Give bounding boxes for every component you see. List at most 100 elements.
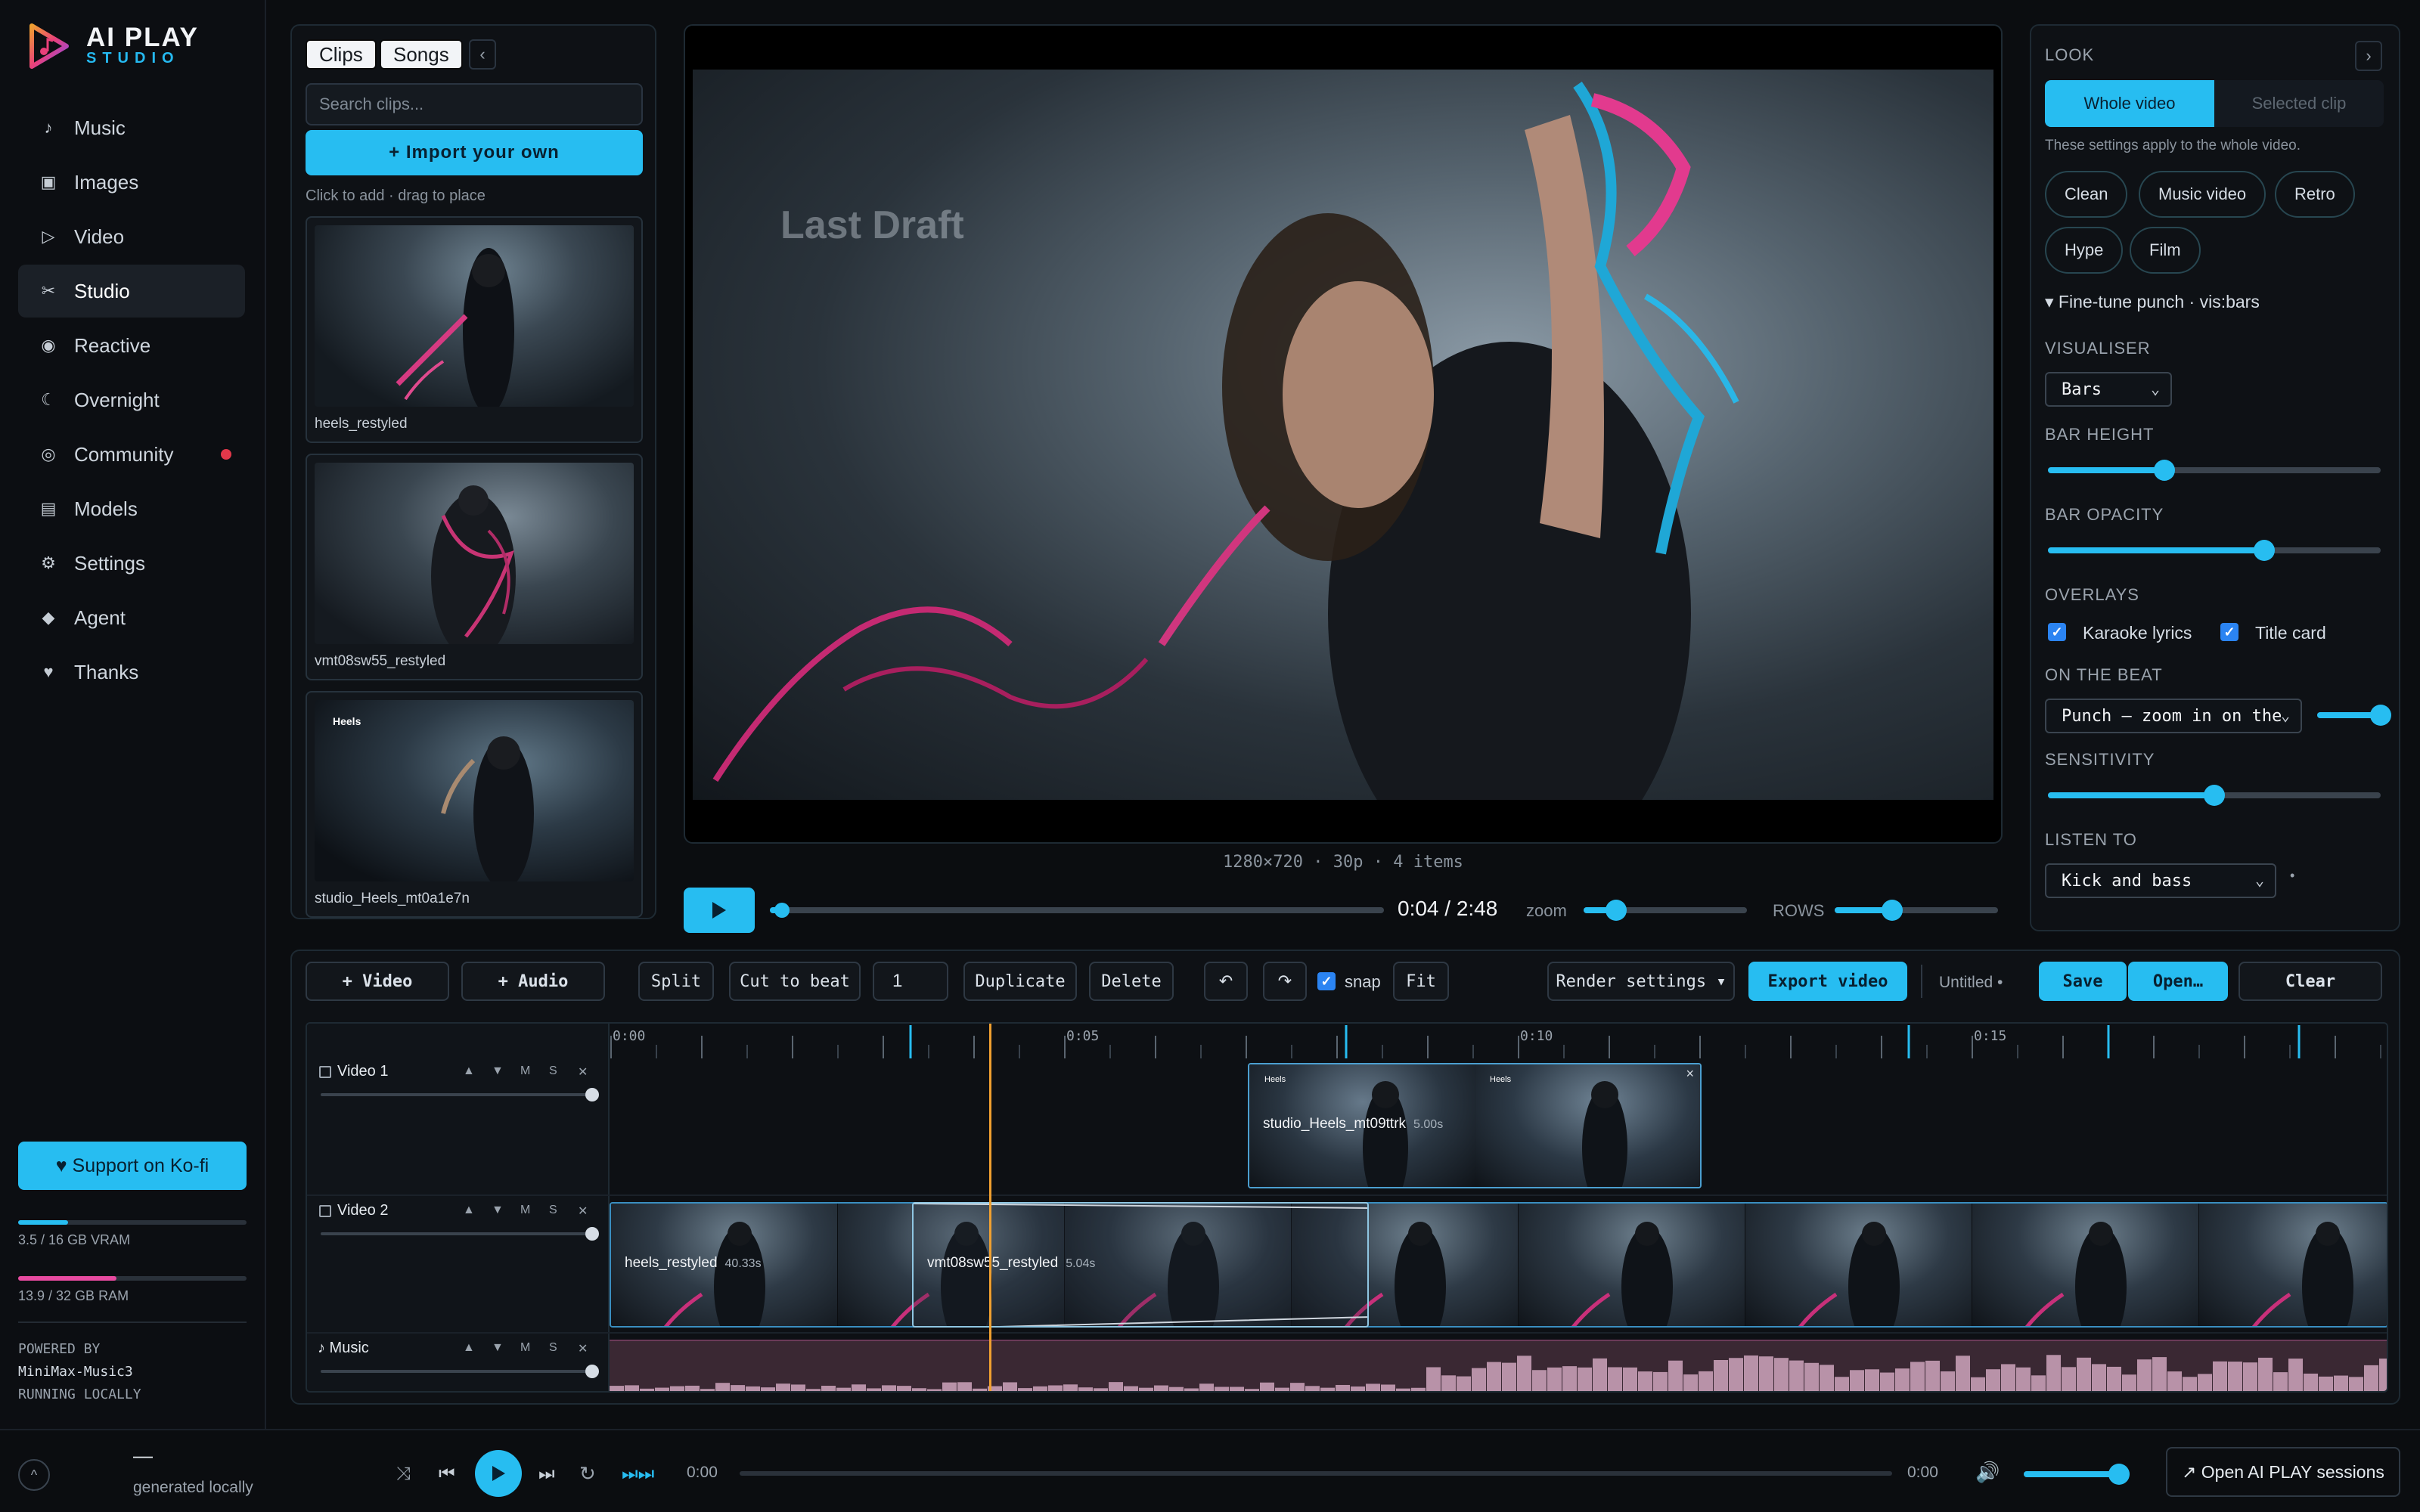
sensitivity-slider[interactable] [2048, 785, 2381, 806]
slider-knob[interactable] [585, 1227, 599, 1241]
add-video-button[interactable]: + Video [306, 962, 449, 1001]
library-clip-card[interactable]: heels_restyled [306, 216, 643, 443]
sidebar-item-images[interactable]: ▣ Images [18, 156, 245, 209]
redo-button[interactable]: ↷ [1263, 962, 1307, 1001]
move-up-button[interactable]: ▲ [463, 1341, 475, 1355]
expand-player-button[interactable]: ^ [18, 1459, 50, 1491]
track-volume-slider[interactable] [321, 1365, 599, 1378]
library-clip-card[interactable]: Heels studio_Heels_mt0a1e7n [306, 691, 643, 918]
player-progress[interactable] [740, 1471, 1892, 1476]
sidebar-item-models[interactable]: ▤ Models [18, 482, 245, 535]
auto-next-icon[interactable]: ⏭⏭ [622, 1464, 654, 1485]
fit-button[interactable]: Fit [1393, 962, 1449, 1001]
seg-selected-clip[interactable]: Selected clip [2214, 80, 2384, 127]
video-preview[interactable]: Last Draft [684, 24, 2003, 844]
preset-music-video[interactable]: Music video [2139, 171, 2266, 218]
sidebar-item-music[interactable]: ♪ Music [18, 101, 245, 154]
playhead[interactable] [989, 1024, 991, 1391]
move-down-button[interactable]: ▼ [492, 1204, 504, 1217]
waveform-bar [1441, 1375, 1456, 1391]
move-up-button[interactable]: ▲ [463, 1204, 475, 1217]
solo-button[interactable]: S [549, 1341, 557, 1355]
beat-count-input[interactable]: 1 [873, 962, 948, 1001]
save-button[interactable]: Save [2039, 962, 2127, 1001]
cut-to-beat-button[interactable]: Cut to beat [729, 962, 861, 1001]
timeline[interactable]: Video 1 ▲ ▼ M S ✕ Video 2 ▲ ▼ M S ✕ ♪ Music ▲ ▼ M S ✕ 0:0… [306, 1022, 2388, 1393]
move-down-button[interactable]: ▼ [492, 1341, 504, 1355]
bar-opacity-slider[interactable] [2048, 540, 2381, 561]
tab-songs[interactable]: Songs [380, 39, 463, 70]
karaoke-checkbox[interactable]: ✓ [2048, 623, 2066, 641]
import-clip-button[interactable]: + Import your own [306, 130, 643, 175]
open-sessions-button[interactable]: ↗ Open AI PLAY sessions [2166, 1447, 2400, 1497]
timeline-clip-video1[interactable]: Heels Heels × studio_Heels_mt09ttrk 5.00s [1248, 1063, 1702, 1188]
sidebar-item-thanks[interactable]: ♥ Thanks [18, 646, 245, 699]
sidebar-item-reactive[interactable]: ◉ Reactive [18, 319, 245, 372]
solo-button[interactable]: S [549, 1204, 557, 1217]
on-beat-select[interactable]: Punch — zoom in on the ⌄ [2045, 699, 2302, 733]
slider-knob[interactable] [585, 1088, 599, 1101]
preview-scrubber[interactable] [770, 903, 1384, 918]
track-volume-slider[interactable] [321, 1088, 599, 1101]
export-video-button[interactable]: Export video [1748, 962, 1907, 1001]
repeat-icon[interactable]: ↻ [579, 1462, 596, 1486]
listen-to-select[interactable]: Kick and bass ⌄ [2045, 863, 2276, 898]
on-beat-intensity-slider[interactable] [2317, 705, 2391, 726]
title-card-checkbox[interactable]: ✓ [2220, 623, 2238, 641]
sidebar-item-studio[interactable]: ✂ Studio [18, 265, 245, 318]
timeline-ruler[interactable]: 0:00 0:05 0:10 0:15 [610, 1024, 2388, 1058]
sidebar-item-overnight[interactable]: ☾ Overnight [18, 373, 245, 426]
mute-button[interactable]: M [520, 1204, 530, 1217]
shuffle-icon[interactable]: ⤨ [396, 1464, 411, 1485]
support-kofi-button[interactable]: ♥ Support on Ko-fi [18, 1142, 247, 1190]
mute-button[interactable]: M [520, 1064, 530, 1078]
render-settings-button[interactable]: Render settings ▾ [1547, 962, 1735, 1001]
volume-slider[interactable] [2024, 1464, 2130, 1485]
delete-button[interactable]: Delete [1089, 962, 1174, 1001]
tab-clips[interactable]: Clips [306, 39, 377, 70]
snap-checkbox[interactable]: ✓ [1317, 972, 1336, 990]
split-button[interactable]: Split [638, 962, 714, 1001]
preset-film[interactable]: Film [2130, 227, 2201, 274]
visualiser-select[interactable]: Bars ⌄ [2045, 372, 2172, 407]
clear-button[interactable]: Clear [2238, 962, 2382, 1001]
remove-track-button[interactable]: ✕ [578, 1204, 588, 1219]
bar-height-slider[interactable] [2048, 460, 2381, 481]
seg-whole-video[interactable]: Whole video [2045, 80, 2214, 127]
slider-knob[interactable] [585, 1365, 599, 1378]
track-volume-slider[interactable] [321, 1227, 599, 1241]
undo-button[interactable]: ↶ [1204, 962, 1248, 1001]
collapse-library-button[interactable]: ‹ [469, 39, 496, 70]
player-play-button[interactable] [475, 1450, 522, 1497]
preview-play-button[interactable] [684, 888, 755, 933]
library-clip-card[interactable]: vmt08sw55_restyled [306, 454, 643, 680]
expand-look-button[interactable]: › [2355, 41, 2382, 71]
solo-button[interactable]: S [549, 1064, 557, 1078]
previous-icon[interactable]: ⏮ [439, 1464, 455, 1485]
rows-slider[interactable] [1835, 900, 1998, 921]
clip-search-input[interactable]: Search clips... [306, 83, 643, 125]
move-down-button[interactable]: ▼ [492, 1064, 504, 1078]
volume-icon[interactable]: 🔊 [1975, 1461, 2000, 1484]
sidebar-item-settings[interactable]: ⚙ Settings [18, 537, 245, 590]
mute-button[interactable]: M [520, 1341, 530, 1355]
preset-hype[interactable]: Hype [2045, 227, 2124, 274]
preset-retro[interactable]: Retro [2275, 171, 2355, 218]
zoom-slider[interactable] [1584, 900, 1747, 921]
next-icon[interactable]: ⏭ [538, 1464, 555, 1485]
sidebar-item-community[interactable]: ◎ Community [18, 428, 245, 481]
sidebar-item-video[interactable]: ▷ Video [18, 210, 245, 263]
remove-track-button[interactable]: ✕ [578, 1064, 588, 1080]
remove-track-button[interactable]: ✕ [578, 1341, 588, 1356]
timeline-clip-video2[interactable]: heels_restyled 40.33s [610, 1202, 2387, 1328]
music-track-clip[interactable] [610, 1340, 2387, 1391]
sidebar-item-agent[interactable]: ◆ Agent [18, 591, 245, 644]
preset-clean[interactable]: Clean [2045, 171, 2128, 218]
open-button[interactable]: Open… [2128, 962, 2228, 1001]
duplicate-button[interactable]: Duplicate [963, 962, 1077, 1001]
timeline-clip-video2-selected[interactable]: vmt08sw55_restyled 5.04s [912, 1202, 1369, 1328]
finetune-toggle[interactable]: ▾ Fine-tune punch · vis:bars [2045, 292, 2260, 312]
close-icon[interactable]: × [1686, 1066, 1694, 1082]
add-audio-button[interactable]: + Audio [461, 962, 605, 1001]
move-up-button[interactable]: ▲ [463, 1064, 475, 1078]
